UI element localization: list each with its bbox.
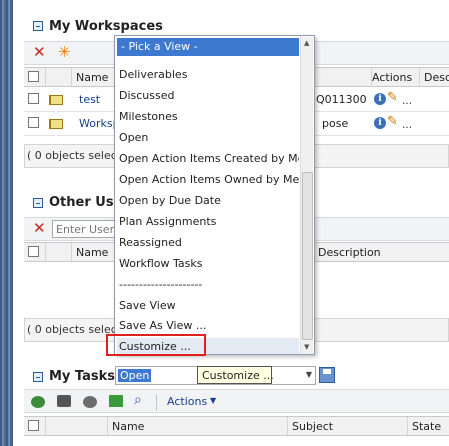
actions-dropdown-icon[interactable]: ▼	[210, 396, 216, 405]
menu-item-reassigned[interactable]: Reassigned	[119, 234, 299, 252]
menu-item-open-due[interactable]: Open by Due Date	[119, 192, 299, 210]
menu-item-workflow-tasks[interactable]: Workflow Tasks	[119, 255, 299, 273]
workspace-icon	[49, 119, 63, 129]
info-icon[interactable]: i	[374, 93, 386, 105]
other-users-title: Other Use	[49, 195, 123, 210]
collapse-tasks-icon[interactable]	[33, 372, 43, 382]
scroll-down-icon[interactable]: ▼	[304, 343, 309, 351]
collapse-other-users-icon[interactable]	[33, 198, 43, 208]
menu-item-plan-assignments[interactable]: Plan Assignments	[119, 213, 299, 231]
toolbar-divider	[156, 394, 157, 410]
scrollbar-thumb[interactable]	[302, 172, 313, 340]
customize-tooltip: Customize ...	[197, 366, 274, 384]
dropdown-header[interactable]: - Pick a View -	[117, 38, 299, 56]
info-icon[interactable]: i	[374, 117, 386, 129]
more-icon[interactable]: …	[402, 121, 412, 131]
select-all-checkbox[interactable]	[28, 246, 39, 257]
workspace-code: pose	[322, 117, 349, 130]
actions-menu[interactable]: Actions	[167, 395, 207, 408]
menu-separator: ---------------------	[119, 278, 203, 291]
scroll-up-icon[interactable]: ▲	[304, 39, 309, 47]
menu-item-open-created[interactable]: Open Action Items Created by Me	[119, 150, 299, 168]
select-all-checkbox[interactable]	[28, 71, 39, 82]
edit-icon[interactable]: ✎	[387, 91, 398, 104]
col-state[interactable]: State	[408, 417, 449, 435]
edit-icon[interactable]: ✎	[387, 115, 398, 128]
workspaces-title: My Workspaces	[49, 19, 163, 34]
tasks-toolbar: ⌕ Actions ▼	[24, 389, 449, 413]
left-frame-strip	[0, 0, 13, 446]
menu-item-milestones[interactable]: Milestones	[119, 108, 299, 126]
new-workspace-icon[interactable]: ✳	[58, 45, 71, 60]
view-select-value: Open	[118, 369, 152, 382]
more-icon[interactable]: …	[402, 97, 412, 107]
export-icon[interactable]	[109, 395, 123, 407]
customize-highlight-box	[106, 334, 206, 356]
save-view-icon[interactable]	[319, 367, 335, 383]
collapse-workspaces-icon[interactable]	[33, 21, 43, 31]
col-actions[interactable]: Actions	[368, 68, 420, 86]
workspace-icon	[49, 95, 63, 105]
select-all-checkbox[interactable]	[28, 420, 39, 431]
dropdown-scrollbar[interactable]: ▲ ▼	[300, 37, 313, 354]
row-checkbox[interactable]	[28, 93, 39, 104]
tasks-header: Name Subject State	[24, 416, 449, 436]
menu-item-save-view[interactable]: Save View	[119, 297, 299, 315]
tasks-title: My Tasks	[49, 369, 116, 384]
menu-item-discussed[interactable]: Discussed	[119, 87, 299, 105]
chevron-down-icon[interactable]: ▼	[306, 370, 312, 379]
assign-task-icon[interactable]	[57, 395, 71, 407]
row-checkbox[interactable]	[28, 117, 39, 128]
reassign-task-icon[interactable]	[83, 396, 97, 408]
menu-item-deliverables[interactable]: Deliverables	[119, 66, 299, 84]
col-description[interactable]: Description	[314, 243, 449, 261]
accept-task-icon[interactable]	[31, 396, 45, 408]
search-icon[interactable]: ⌕	[134, 393, 142, 407]
menu-item-open-owned[interactable]: Open Action Items Owned by Me	[119, 171, 299, 189]
view-dropdown-menu: - Pick a View - Deliverables Discussed M…	[114, 35, 315, 355]
delete-icon[interactable]: ✕	[33, 221, 46, 236]
menu-item-open[interactable]: Open	[119, 129, 299, 147]
col-name[interactable]: Name	[108, 417, 288, 435]
col-subject[interactable]: Subject	[288, 417, 408, 435]
workspace-name-link[interactable]: test	[79, 93, 100, 106]
delete-icon[interactable]: ✕	[33, 45, 46, 60]
menu-item-save-as-view[interactable]: Save As View ...	[119, 317, 299, 335]
workspace-code: Q011300	[316, 93, 367, 106]
col-description[interactable]: Descr	[420, 68, 449, 86]
